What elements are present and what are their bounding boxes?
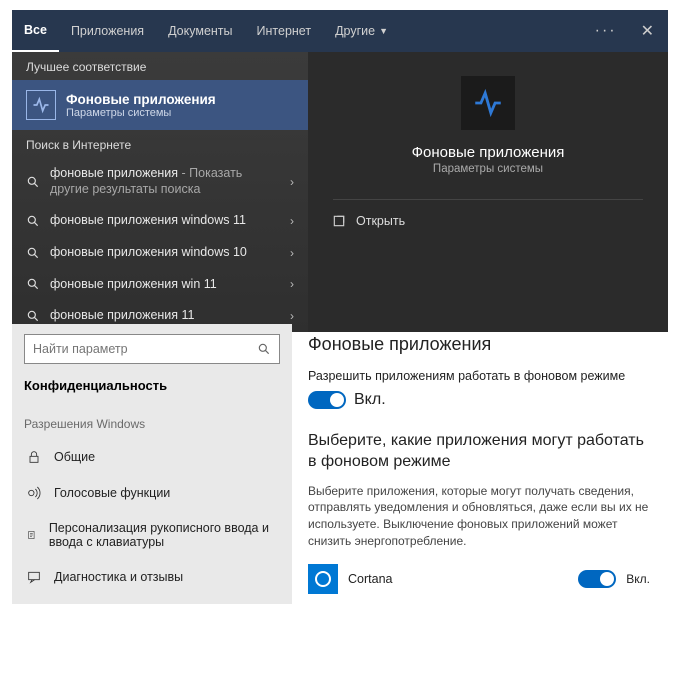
chevron-right-icon: › bbox=[290, 277, 294, 291]
tab-all[interactable]: Все bbox=[12, 10, 59, 52]
feedback-icon bbox=[26, 569, 42, 585]
web-result-item[interactable]: фоновые приложения windows 10 › bbox=[12, 237, 308, 269]
web-result-item[interactable]: фоновые приложения - Показать другие рез… bbox=[12, 158, 308, 205]
settings-search-box[interactable] bbox=[24, 334, 280, 364]
more-options-icon[interactable]: ··· bbox=[585, 22, 627, 40]
search-icon bbox=[26, 246, 40, 260]
choose-apps-description: Выберите приложения, которые могут получ… bbox=[308, 483, 650, 550]
search-icon bbox=[26, 309, 40, 323]
preview-app-icon bbox=[461, 76, 515, 130]
best-match-item[interactable]: Фоновые приложения Параметры системы bbox=[12, 80, 308, 130]
allow-background-toggle[interactable] bbox=[308, 391, 346, 409]
search-icon bbox=[257, 342, 271, 356]
settings-search-input[interactable] bbox=[33, 342, 257, 356]
settings-content: Фоновые приложения Разрешить приложениям… bbox=[292, 324, 668, 604]
preview-subtitle: Параметры системы bbox=[433, 163, 543, 175]
web-result-item[interactable]: фоновые приложения windows 11 › bbox=[12, 205, 308, 237]
sidebar-item-speech[interactable]: Голосовые функции bbox=[24, 475, 280, 511]
close-icon[interactable]: ✕ bbox=[627, 21, 668, 41]
app-name-label: Cortana bbox=[348, 572, 568, 586]
tab-apps[interactable]: Приложения bbox=[59, 10, 156, 52]
settings-window: Конфиденциальность Разрешения Windows Об… bbox=[12, 324, 668, 604]
best-match-subtitle: Параметры системы bbox=[66, 107, 216, 119]
settings-category-title: Конфиденциальность bbox=[24, 378, 280, 393]
chevron-right-icon: › bbox=[290, 309, 294, 323]
tab-more[interactable]: Другие▼ bbox=[323, 10, 400, 52]
open-icon bbox=[332, 214, 346, 228]
sidebar-item-inking[interactable]: Персонализация рукописного ввода и ввода… bbox=[24, 511, 280, 559]
best-match-header: Лучшее соответствие bbox=[12, 52, 308, 80]
allow-background-label: Разрешить приложениям работать в фоновом… bbox=[308, 369, 650, 383]
chevron-right-icon: › bbox=[290, 214, 294, 228]
search-icon bbox=[26, 214, 40, 228]
cortana-icon bbox=[308, 564, 338, 594]
settings-sidebar: Конфиденциальность Разрешения Windows Об… bbox=[12, 324, 292, 604]
preview-title: Фоновые приложения bbox=[412, 144, 565, 161]
preview-open-action[interactable]: Открыть bbox=[332, 214, 405, 228]
search-results-list: Лучшее соответствие Фоновые приложения П… bbox=[12, 52, 308, 332]
search-preview-pane: Фоновые приложения Параметры системы Отк… bbox=[308, 52, 668, 332]
activity-monitor-icon bbox=[26, 90, 56, 120]
sidebar-item-general[interactable]: Общие bbox=[24, 439, 280, 475]
tab-documents[interactable]: Документы bbox=[156, 10, 244, 52]
choose-apps-heading: Выберите, какие приложения могут работат… bbox=[308, 431, 650, 473]
background-app-row: Cortana Вкл. bbox=[308, 564, 650, 594]
sidebar-item-diagnostics[interactable]: Диагностика и отзывы bbox=[24, 559, 280, 595]
app-toggle[interactable] bbox=[578, 570, 616, 588]
web-results-header: Поиск в Интернете bbox=[12, 130, 308, 158]
best-match-title: Фоновые приложения bbox=[66, 92, 216, 107]
page-title: Фоновые приложения bbox=[308, 334, 650, 355]
chevron-right-icon: › bbox=[290, 246, 294, 260]
chevron-right-icon: › bbox=[290, 175, 294, 189]
toggle-state-label: Вкл. bbox=[354, 391, 386, 409]
windows-search-flyout: Все Приложения Документы Интернет Другие… bbox=[12, 10, 668, 312]
clipboard-icon bbox=[26, 527, 37, 543]
chevron-down-icon: ▼ bbox=[379, 26, 388, 36]
search-filter-tabs: Все Приложения Документы Интернет Другие… bbox=[12, 10, 668, 52]
search-icon bbox=[26, 175, 40, 189]
lock-icon bbox=[26, 449, 42, 465]
settings-section-header: Разрешения Windows bbox=[24, 417, 280, 431]
tab-internet[interactable]: Интернет bbox=[245, 10, 324, 52]
search-icon bbox=[26, 277, 40, 291]
app-toggle-state: Вкл. bbox=[626, 572, 650, 586]
web-result-item[interactable]: фоновые приложения win 11 › bbox=[12, 269, 308, 301]
speech-icon bbox=[26, 485, 42, 501]
